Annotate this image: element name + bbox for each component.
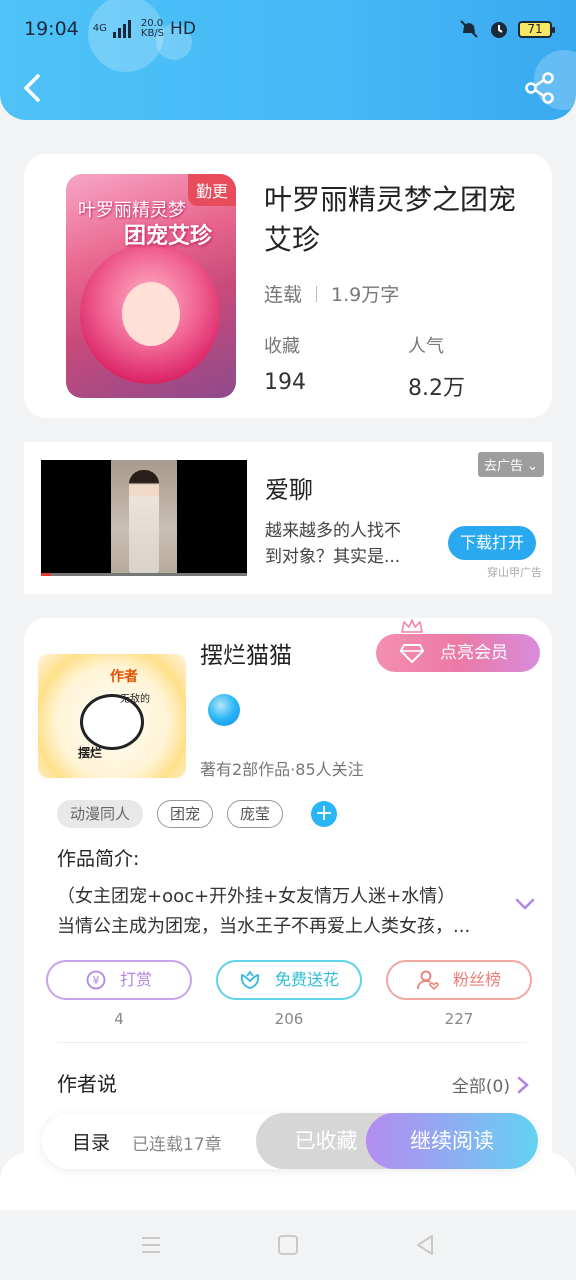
back-button[interactable] bbox=[14, 68, 50, 108]
status-speed: 20.0 KB/S bbox=[140, 18, 165, 39]
home-icon[interactable] bbox=[275, 1232, 301, 1258]
svg-text:¥: ¥ bbox=[92, 974, 99, 987]
book-info-card: 叶罗丽精灵梦 团宠艾珍 勤更 叶罗丽精灵梦之团宠艾珍 连载 1.9万字 收藏 1… bbox=[24, 154, 552, 418]
ad-source: 穿山甲广告 bbox=[487, 566, 542, 579]
chevron-right-icon bbox=[517, 1076, 529, 1093]
cover-art-face bbox=[122, 282, 180, 346]
divider bbox=[57, 1042, 527, 1043]
favorites-stat: 收藏 194 bbox=[264, 332, 306, 395]
cover-update-badge: 勤更 bbox=[187, 174, 236, 206]
author-says-all-link[interactable]: 全部(0) bbox=[452, 1072, 530, 1097]
alarm-icon bbox=[491, 22, 507, 38]
vip-button-label: 点亮会员 bbox=[440, 643, 508, 663]
chevron-left-icon bbox=[24, 74, 40, 102]
send-flower-button[interactable]: 免费送花 bbox=[216, 960, 362, 1000]
ad-download-button[interactable]: 下载打开 bbox=[448, 526, 536, 560]
menu-icon[interactable] bbox=[138, 1232, 164, 1258]
book-cover[interactable]: 叶罗丽精灵梦 团宠艾珍 勤更 bbox=[66, 174, 236, 398]
fan-ranking-button[interactable]: 粉丝榜 bbox=[386, 960, 532, 1000]
book-status-row: 连载 1.9万字 bbox=[264, 280, 399, 307]
intro-label: 作品简介: bbox=[57, 848, 140, 870]
fans-action: 粉丝榜 227 bbox=[386, 960, 532, 1028]
mute-icon bbox=[460, 20, 478, 38]
chevron-down-icon: ⌄ bbox=[527, 459, 538, 474]
continue-reading-button[interactable]: 继续阅读 bbox=[366, 1113, 538, 1169]
ad-video[interactable] bbox=[41, 460, 247, 576]
vip-button[interactable]: 点亮会员 bbox=[376, 634, 540, 672]
ad-banner[interactable]: 去广告 ⌄ 爱聊 越来越多的人找不到对象？其实是... 下载打开 穿山甲广告 bbox=[24, 442, 552, 594]
popularity-value: 8.2万 bbox=[408, 376, 465, 401]
favorites-label: 收藏 bbox=[264, 336, 300, 357]
ad-video-progress bbox=[41, 573, 247, 576]
flower-count: 206 bbox=[274, 1010, 304, 1028]
flower-action: 免费送花 206 bbox=[216, 960, 362, 1028]
divider bbox=[316, 285, 318, 302]
flower-icon bbox=[240, 970, 260, 989]
action-row: ¥ 打赏 4 免费送花 206 粉丝榜 227 bbox=[46, 960, 532, 1028]
toc-button[interactable]: 目录 bbox=[72, 1128, 110, 1155]
share-icon bbox=[525, 72, 554, 104]
system-nav-bar bbox=[0, 1210, 576, 1280]
popularity-label: 人气 bbox=[408, 336, 444, 357]
avatar-text: 无敌的 bbox=[120, 694, 150, 705]
crown-icon bbox=[401, 619, 423, 633]
tag-chip[interactable]: 动漫同人 bbox=[57, 800, 144, 828]
avatar-text: 作者 bbox=[110, 669, 138, 685]
chapter-count[interactable]: 已连载17章 bbox=[132, 1130, 222, 1155]
tip-count: 4 bbox=[114, 1010, 124, 1028]
intro-line: 当情公主成为团宠，当水王子不再爱上人类女孩，... bbox=[57, 916, 471, 937]
tip-button[interactable]: ¥ 打赏 bbox=[46, 960, 192, 1000]
add-tag-button[interactable]: + bbox=[311, 801, 338, 827]
fans-count: 227 bbox=[444, 1010, 474, 1028]
popularity-stat: 人气 8.2万 bbox=[408, 332, 465, 402]
book-word-count: 1.9万字 bbox=[331, 284, 400, 306]
back-triangle-icon[interactable] bbox=[412, 1232, 438, 1258]
favorites-value: 194 bbox=[264, 370, 306, 395]
reading-action-bar: 目录 已连载17章 已收藏 继续阅读 bbox=[42, 1113, 538, 1169]
status-hd: HD bbox=[170, 19, 196, 39]
tag-chip[interactable]: 庞莹 bbox=[227, 800, 284, 828]
ad-description: 越来越多的人找不到对象？其实是... bbox=[265, 521, 401, 567]
cover-title-line2: 团宠艾珍 bbox=[124, 224, 213, 249]
book-serial-status: 连载 bbox=[264, 284, 303, 306]
author-avatar[interactable]: 作者 无敌的 摆烂 bbox=[38, 654, 186, 778]
battery-icon: 71 bbox=[518, 20, 555, 38]
remove-ad-button[interactable]: 去广告 ⌄ bbox=[477, 452, 544, 477]
header: 19:04 4G 20.0 KB/S HD 71 bbox=[0, 0, 576, 120]
intro-line: （女主团宠+ooc+开外挂+女友情万人迷+水情） bbox=[57, 886, 456, 907]
status-network: 4G bbox=[92, 23, 107, 34]
book-title: 叶罗丽精灵梦之团宠艾珍 bbox=[264, 183, 517, 256]
avatar-text: 摆烂 bbox=[78, 746, 103, 760]
share-button[interactable] bbox=[522, 70, 558, 106]
ad-app-name: 爱聊 bbox=[265, 476, 313, 504]
tag-list: 动漫同人 团宠 庞莹 + bbox=[57, 800, 338, 828]
signal-icon bbox=[112, 20, 131, 38]
tip-action: ¥ 打赏 4 bbox=[46, 960, 192, 1028]
intro-text[interactable]: （女主团宠+ooc+开外挂+女友情万人迷+水情） 当情公主成为团宠，当水王子不再… bbox=[57, 882, 497, 942]
status-time: 19:04 bbox=[24, 18, 79, 40]
author-name[interactable]: 摆烂猫猫 bbox=[200, 636, 292, 670]
diamond-icon bbox=[400, 644, 424, 663]
author-says-label: 作者说 bbox=[57, 1072, 117, 1096]
tag-chip[interactable]: 团宠 bbox=[157, 800, 214, 828]
author-meta: 著有2部作品·85人关注 bbox=[200, 760, 364, 779]
user-heart-icon bbox=[417, 970, 439, 991]
status-bar: 19:04 4G 20.0 KB/S HD 71 bbox=[24, 14, 555, 44]
ad-video-person bbox=[129, 470, 159, 574]
coin-icon: ¥ bbox=[86, 970, 106, 990]
chevron-down-icon[interactable] bbox=[514, 896, 536, 912]
author-card: 作者 无敌的 摆烂 摆烂猫猫 点亮会员 著有2部作品·85人关注 动漫同人 团宠… bbox=[24, 618, 552, 1178]
author-badge-icon bbox=[208, 694, 240, 726]
